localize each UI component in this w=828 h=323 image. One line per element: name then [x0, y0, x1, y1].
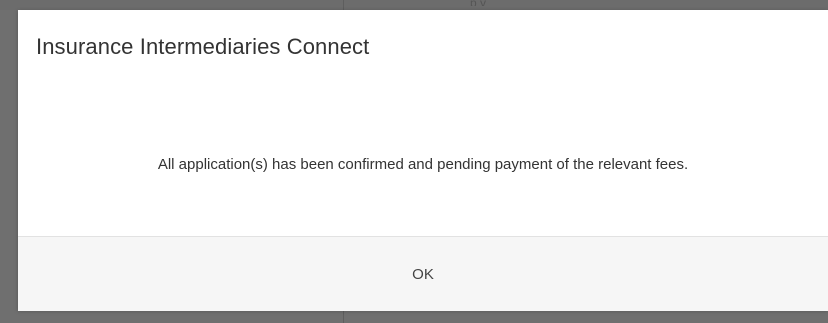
background-text-fragment: p y: [470, 0, 486, 6]
dialog-title: Insurance Intermediaries Connect: [36, 34, 370, 59]
dialog-message: All application(s) has been confirmed an…: [157, 156, 689, 173]
dialog-footer: OK: [18, 236, 828, 311]
ok-button[interactable]: OK: [18, 237, 828, 311]
confirmation-dialog: Insurance Intermediaries Connect All app…: [18, 10, 828, 311]
background-page: [0, 0, 828, 10]
